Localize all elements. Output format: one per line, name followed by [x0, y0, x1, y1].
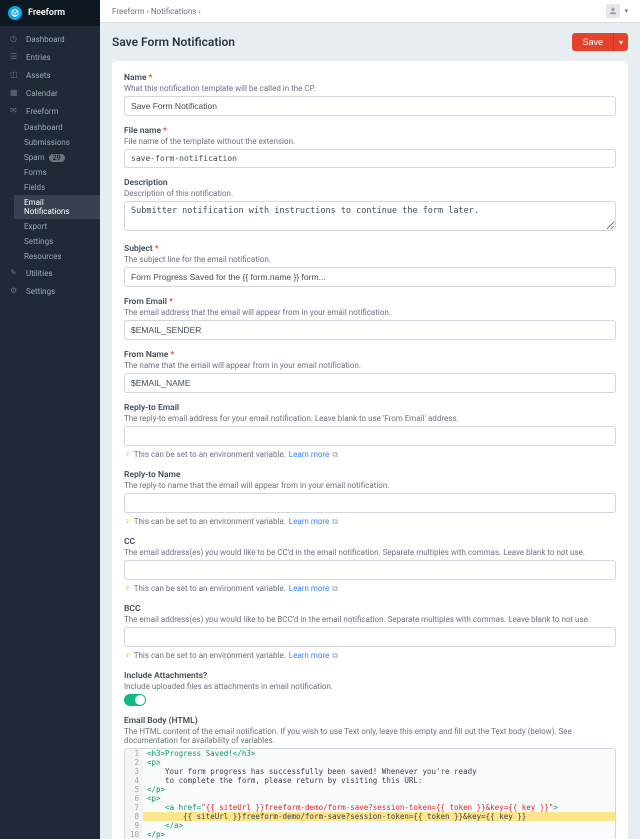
from-email-input[interactable] — [124, 320, 616, 340]
bulb-icon: ♀ — [124, 583, 131, 594]
nav-entries[interactable]: ☰Entries — [0, 48, 100, 66]
subnav-submissions[interactable]: Submissions — [14, 135, 100, 150]
subject-help: The subject line for the email notificat… — [124, 255, 616, 264]
copy-icon[interactable]: ⧉ — [332, 450, 338, 460]
name-input[interactable] — [124, 96, 616, 116]
file-input[interactable] — [124, 149, 616, 168]
subnav-settings[interactable]: Settings — [14, 234, 100, 249]
subject-input[interactable] — [124, 267, 616, 287]
subnav-fields[interactable]: Fields — [14, 180, 100, 195]
subnav-dashboard[interactable]: Dashboard — [14, 120, 100, 135]
env-hint: ♀This can be set to an environment varia… — [124, 650, 616, 661]
wrench-icon: ✎ — [10, 268, 20, 278]
learn-more-link[interactable]: Learn more — [289, 450, 329, 459]
spam-count-badge: 29 — [49, 154, 65, 162]
nav-freeform[interactable]: ✉Freeform — [0, 102, 100, 120]
gauge-icon: ◷ — [10, 34, 20, 44]
chevron-down-icon[interactable]: ▾ — [624, 7, 628, 15]
nav-dashboard[interactable]: ◷Dashboard — [0, 30, 100, 48]
body-label: Email Body (HTML) — [124, 716, 198, 726]
file-label: File name — [124, 126, 167, 136]
include-att-help: Include uploaded files as attachments in… — [124, 682, 616, 691]
from-name-label: From Name — [124, 350, 174, 360]
desc-label: Description — [124, 178, 168, 188]
crumb-freeform[interactable]: Freeform — [112, 7, 145, 16]
breadcrumb: Freeform › Notifications › — [112, 7, 201, 16]
name-help: What this notification template will be … — [124, 84, 616, 93]
cc-help: The email address(es) you would like to … — [124, 548, 616, 557]
user-avatar[interactable] — [606, 4, 620, 18]
freeform-icon: ✉ — [10, 106, 20, 116]
subnav-spam[interactable]: Spam29 — [14, 150, 100, 165]
reply-email-input[interactable] — [124, 426, 616, 446]
cc-input[interactable] — [124, 560, 616, 580]
learn-more-link[interactable]: Learn more — [289, 584, 329, 593]
include-att-toggle[interactable] — [124, 694, 146, 706]
bcc-input[interactable] — [124, 627, 616, 647]
brand-logo[interactable]: Freeform — [0, 0, 100, 26]
save-dropdown[interactable]: ▾ — [613, 33, 628, 51]
subnav-export[interactable]: Export — [14, 219, 100, 234]
subnav-forms[interactable]: Forms — [14, 165, 100, 180]
nav-assets[interactable]: ◫Assets — [0, 66, 100, 84]
copy-icon[interactable]: ⧉ — [332, 651, 338, 661]
reply-name-help: The reply-to name that the email will ap… — [124, 481, 616, 490]
subject-label: Subject — [124, 244, 159, 254]
crumb-notifications[interactable]: Notifications — [151, 7, 196, 16]
learn-more-link[interactable]: Learn more — [289, 517, 329, 526]
topbar: Freeform › Notifications › ▾ — [100, 0, 640, 23]
assets-icon: ◫ — [10, 70, 20, 80]
from-name-help: The name that the email will appear from… — [124, 361, 616, 370]
file-help: File name of the template without the ex… — [124, 137, 616, 146]
cc-label: CC — [124, 537, 135, 547]
include-att-label: Include Attachments? — [124, 671, 207, 681]
gear-icon: ⚙ — [10, 286, 20, 296]
nav-utilities[interactable]: ✎Utilities — [0, 264, 100, 282]
brand-name: Freeform — [28, 8, 65, 18]
env-hint: ♀This can be set to an environment varia… — [124, 583, 616, 594]
reply-email-help: The reply-to email address for your emai… — [124, 414, 616, 423]
entries-icon: ☰ — [10, 52, 20, 62]
body-editor[interactable]: 1<h3>Progress Saved!</h3> 2<p> 3 Your fo… — [124, 748, 616, 839]
page-title: Save Form Notification — [112, 35, 235, 49]
desc-help: Description of this notification. — [124, 189, 616, 198]
reply-name-label: Reply-to Name — [124, 470, 181, 480]
body-help: The HTML content of the email notificati… — [124, 727, 616, 745]
subnav-resources[interactable]: Resources — [14, 249, 100, 264]
from-name-input[interactable] — [124, 373, 616, 393]
name-label: Name — [124, 73, 152, 83]
save-button[interactable]: Save — [572, 33, 613, 51]
env-hint: ♀This can be set to an environment varia… — [124, 449, 616, 460]
copy-icon[interactable]: ⧉ — [332, 584, 338, 594]
env-hint: ♀This can be set to an environment varia… — [124, 516, 616, 527]
bulb-icon: ♀ — [124, 449, 131, 460]
bcc-help: The email address(es) you would like to … — [124, 615, 616, 624]
desc-input[interactable]: Submitter notification with instructions… — [124, 201, 616, 231]
learn-more-link[interactable]: Learn more — [289, 651, 329, 660]
reply-name-input[interactable] — [124, 493, 616, 513]
nav-calendar[interactable]: ▦Calendar — [0, 84, 100, 102]
bcc-label: BCC — [124, 604, 141, 614]
bulb-icon: ♀ — [124, 516, 131, 527]
brand-icon — [8, 6, 22, 20]
from-email-help: The email address that the email will ap… — [124, 308, 616, 317]
copy-icon[interactable]: ⧉ — [332, 517, 338, 527]
reply-email-label: Reply-to Email — [124, 403, 179, 413]
bulb-icon: ♀ — [124, 650, 131, 661]
nav-settings[interactable]: ⚙Settings — [0, 282, 100, 300]
calendar-icon: ▦ — [10, 88, 20, 98]
subnav-email-notifications[interactable]: Email Notifications — [14, 195, 100, 219]
from-email-label: From Email — [124, 297, 173, 307]
